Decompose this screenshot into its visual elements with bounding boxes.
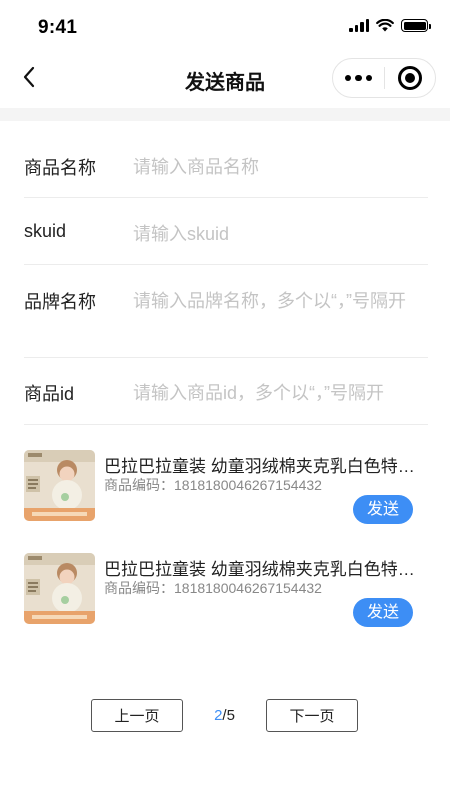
product-thumbnail[interactable]	[24, 553, 95, 624]
prev-page-button[interactable]: 上一页	[91, 699, 183, 732]
miniprogram-capsule	[332, 58, 436, 98]
product-thumbnail-image	[24, 450, 95, 521]
more-button[interactable]	[333, 59, 384, 97]
product-name: 巴拉巴拉童装 幼童羽绒棉夹克乳白色特价款	[104, 457, 416, 476]
product-name-input[interactable]	[133, 154, 428, 180]
more-dots-icon	[344, 74, 352, 82]
signal-icon	[349, 19, 369, 32]
send-button[interactable]: 发送	[353, 495, 413, 524]
product-name-label: 商品名称	[24, 158, 96, 178]
battery-icon	[401, 19, 431, 32]
product-id-input[interactable]	[133, 380, 428, 406]
brand-name-label: 品牌名称	[24, 292, 96, 312]
list-item: 巴拉巴拉童装 幼童羽绒棉夹克乳白色特价款 商品编码：18181800462671…	[24, 544, 416, 647]
wifi-icon	[376, 19, 394, 32]
next-page-button[interactable]: 下一页	[266, 699, 358, 732]
product-list: 巴拉巴拉童装 幼童羽绒棉夹克乳白色特价款 商品编码：18181800462671…	[24, 441, 416, 647]
product-thumbnail-image	[24, 553, 95, 624]
back-button[interactable]	[14, 62, 44, 92]
form-row-product-id: 商品id	[24, 358, 428, 425]
status-bar: 9:41	[0, 0, 450, 52]
product-code: 商品编码：1818180046267154432	[104, 580, 322, 596]
search-form: 商品名称 skuid 品牌名称 商品id	[24, 121, 428, 425]
chevron-left-icon	[23, 66, 35, 88]
product-thumbnail[interactable]	[24, 450, 95, 521]
nav-bar: 发送商品	[0, 52, 450, 108]
form-row-skuid: skuid	[24, 198, 428, 265]
list-item: 巴拉巴拉童装 幼童羽绒棉夹克乳白色特价款 商品编码：18181800462671…	[24, 441, 416, 544]
pagination: 上一页 2/5 下一页	[0, 699, 450, 732]
page-indicator: 2/5	[183, 707, 266, 724]
form-row-brand-name: 品牌名称	[24, 265, 428, 358]
form-row-product-name: 商品名称	[24, 121, 428, 198]
section-separator	[0, 108, 450, 121]
skuid-input[interactable]	[133, 221, 428, 247]
product-name: 巴拉巴拉童装 幼童羽绒棉夹克乳白色特价款	[104, 560, 416, 579]
brand-name-input[interactable]	[133, 288, 428, 344]
status-time: 9:41	[38, 17, 78, 38]
send-button[interactable]: 发送	[353, 598, 413, 627]
target-icon	[397, 66, 422, 90]
status-icons	[349, 19, 431, 32]
total-pages: 5	[226, 707, 235, 724]
product-code: 商品编码：1818180046267154432	[104, 477, 322, 493]
product-id-label: 商品id	[24, 384, 75, 404]
skuid-label: skuid	[24, 221, 67, 241]
close-miniprogram-button[interactable]	[385, 59, 435, 97]
